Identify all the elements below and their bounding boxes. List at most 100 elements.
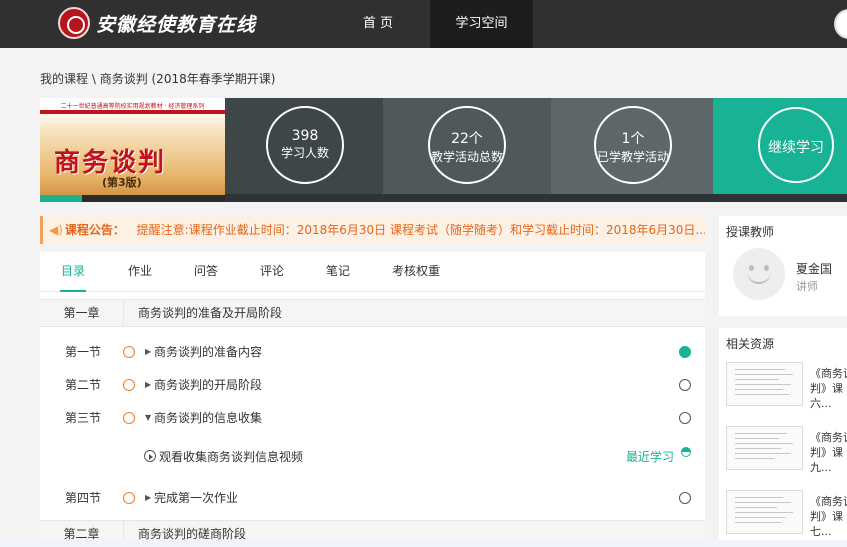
resource-title-line: 七... xyxy=(810,525,832,538)
banner-progress-track xyxy=(225,194,847,202)
course-cover-image: 二十一世纪普通高等院校实用规划教材 · 经济管理系列 商务谈判 (第3版) xyxy=(40,98,225,202)
course-notice[interactable]: ◀) 课程公告： 提醒注意:课程作业截止时间：2018年6月30日 课程考试（随… xyxy=(40,216,705,244)
section-ring-icon xyxy=(123,346,135,358)
incomplete-status-icon xyxy=(679,379,691,391)
tab-homework[interactable]: 作业 xyxy=(127,252,153,292)
speaker-icon: ◀) xyxy=(49,223,63,237)
cover-series-text: 二十一世纪普通高等院校实用规划教材 · 经济管理系列 xyxy=(60,103,205,110)
tab-comments[interactable]: 评论 xyxy=(259,252,285,292)
resource-title: 《商务谈 判》课 七... xyxy=(810,494,847,540)
section-row[interactable]: 第一节 ▶ 商务谈判的准备内容 xyxy=(40,339,705,365)
teacher-panel: 授课教师 夏金国 讲师 xyxy=(719,216,847,316)
resource-title-line: 判》课 xyxy=(810,446,843,459)
section-row[interactable]: 第二节 ▶ 商务谈判的开局阶段 xyxy=(40,372,705,398)
resource-title-line: 判》课 xyxy=(810,510,843,523)
teacher-name[interactable]: 夏金国 xyxy=(796,260,832,277)
course-banner: 二十一世纪普通高等院校实用规划教材 · 经济管理系列 商务谈判 (第3版) 39… xyxy=(40,98,847,202)
course-progress-bar xyxy=(40,195,225,202)
in-progress-status-icon xyxy=(681,447,691,457)
resource-title-line: 判》课 xyxy=(810,382,843,395)
resource-title-line: 《商务谈 xyxy=(810,495,847,508)
expand-arrow-icon[interactable]: ▶ xyxy=(145,372,151,398)
bottom-edge xyxy=(0,540,847,547)
continue-learning-button[interactable]: 继续学习 xyxy=(758,107,834,183)
section-number: 第一节 xyxy=(65,345,102,359)
resources-panel-title: 相关资源 xyxy=(726,337,775,351)
resource-title: 《商务谈 判》课 九... xyxy=(810,430,847,476)
document-thumbnail xyxy=(726,426,803,470)
stat-learners-number: 398 xyxy=(291,128,319,144)
user-avatar[interactable] xyxy=(834,9,847,39)
section-title[interactable]: 商务谈判的信息收集 xyxy=(154,405,262,431)
stat-done-label: 已学教学活动 xyxy=(596,150,669,164)
top-navbar: 安徽经使教育在线 首 页 学习空间 xyxy=(0,0,847,48)
cover-band xyxy=(40,110,225,114)
stat-circle: 22个 教学活动总数 xyxy=(428,106,506,184)
section-title[interactable]: 商务谈判的开局阶段 xyxy=(154,372,262,398)
nav-study-space[interactable]: 学习空间 xyxy=(430,0,533,48)
completed-status-icon xyxy=(679,346,691,358)
stat-activities-label: 教学活动总数 xyxy=(430,150,503,164)
stat-learners-label: 学习人数 xyxy=(280,146,329,160)
play-icon xyxy=(144,450,156,462)
logo-seal-icon xyxy=(58,7,90,39)
section-number: 第三节 xyxy=(65,411,102,425)
chapter-title: 商务谈判的准备及开局阶段 xyxy=(138,306,283,320)
notice-label: 课程公告： xyxy=(64,223,125,237)
stat-circle: 1个 已学教学活动 xyxy=(594,106,672,184)
stat-learners: 398 学习人数 xyxy=(225,98,383,194)
section-ring-icon xyxy=(123,492,135,504)
incomplete-status-icon xyxy=(679,492,691,504)
page: 安徽经使教育在线 首 页 学习空间 我的课程 \ 商务谈判 (2018年春季学期… xyxy=(0,0,847,547)
stat-circle: 398 学习人数 xyxy=(266,106,344,184)
resource-title-line: 《商务谈 xyxy=(810,431,847,444)
stat-done-number: 1个 xyxy=(621,131,645,147)
section-title[interactable]: 商务谈判的准备内容 xyxy=(154,339,262,365)
tab-notes[interactable]: 笔记 xyxy=(325,252,351,292)
resource-title-line: 《商务谈 xyxy=(810,367,847,380)
tab-assessment-weight[interactable]: 考核权重 xyxy=(391,252,441,292)
breadcrumb-my-courses[interactable]: 我的课程 xyxy=(40,72,88,86)
teacher-avatar-icon xyxy=(733,248,785,300)
resource-item[interactable]: 《商务谈 判》课 七... xyxy=(726,490,847,542)
section-ring-icon xyxy=(123,412,135,424)
tab-catalog[interactable]: 目录 xyxy=(60,252,86,292)
course-content-card: 目录 作业 问答 评论 笔记 考核权重 第一章 商务谈判的准备及开局阶段 第一节… xyxy=(40,252,705,547)
section-number: 第四节 xyxy=(65,491,102,505)
resource-item[interactable]: 《商务谈 判》课 九... xyxy=(726,426,847,478)
recent-study-badge: 最近学习 xyxy=(626,450,675,464)
section-number: 第二节 xyxy=(65,378,102,392)
document-thumbnail xyxy=(726,490,803,534)
video-activity-title[interactable]: 观看收集商务谈判信息视频 xyxy=(159,444,303,470)
stat-activities-number: 22个 xyxy=(451,131,483,147)
document-thumbnail xyxy=(726,362,803,406)
section-row[interactable]: 第三节 ▼ 商务谈判的信息收集 xyxy=(40,405,705,431)
expand-arrow-icon[interactable]: ▶ xyxy=(145,339,151,365)
site-logo[interactable]: 安徽经使教育在线 xyxy=(58,6,256,40)
tab-qa[interactable]: 问答 xyxy=(193,252,219,292)
nav-home[interactable]: 首 页 xyxy=(330,0,426,48)
resource-title: 《商务谈 判》课 六... xyxy=(810,366,847,412)
collapse-arrow-icon[interactable]: ▼ xyxy=(145,405,151,431)
stat-activities-done: 1个 已学教学活动 xyxy=(551,98,713,194)
section-title[interactable]: 完成第一次作业 xyxy=(154,485,238,511)
site-title: 安徽经使教育在线 xyxy=(96,13,257,36)
continue-panel: 继续学习 xyxy=(713,98,847,194)
section-ring-icon xyxy=(123,379,135,391)
breadcrumb-separator: \ xyxy=(88,72,100,86)
expand-arrow-icon[interactable]: ▶ xyxy=(145,485,151,511)
notice-text: 提醒注意:课程作业截止时间：2018年6月30日 课程考试（随学随考）和学习截止… xyxy=(136,223,705,237)
teacher-panel-title: 授课教师 xyxy=(726,225,775,239)
chapter-number: 第一章 xyxy=(40,300,124,326)
incomplete-status-icon xyxy=(679,412,691,424)
content-tabs: 目录 作业 问答 评论 笔记 考核权重 xyxy=(40,252,705,292)
breadcrumb: 我的课程 \ 商务谈判 (2018年春季学期开课) xyxy=(40,70,275,87)
cover-edition: (第3版) xyxy=(102,176,142,189)
video-activity-row[interactable]: 观看收集商务谈判信息视频 最近学习 xyxy=(40,444,705,470)
chapter-row: 第一章 商务谈判的准备及开局阶段 xyxy=(40,299,705,327)
resource-item[interactable]: 《商务谈 判》课 六... xyxy=(726,362,847,414)
resources-panel: 相关资源 《商务谈 判》课 六... 《商务谈 判》课 九... xyxy=(719,328,847,547)
section-row[interactable]: 第四节 ▶ 完成第一次作业 xyxy=(40,485,705,511)
stat-activities-total: 22个 教学活动总数 xyxy=(383,98,551,194)
resource-title-line: 九... xyxy=(810,461,832,474)
